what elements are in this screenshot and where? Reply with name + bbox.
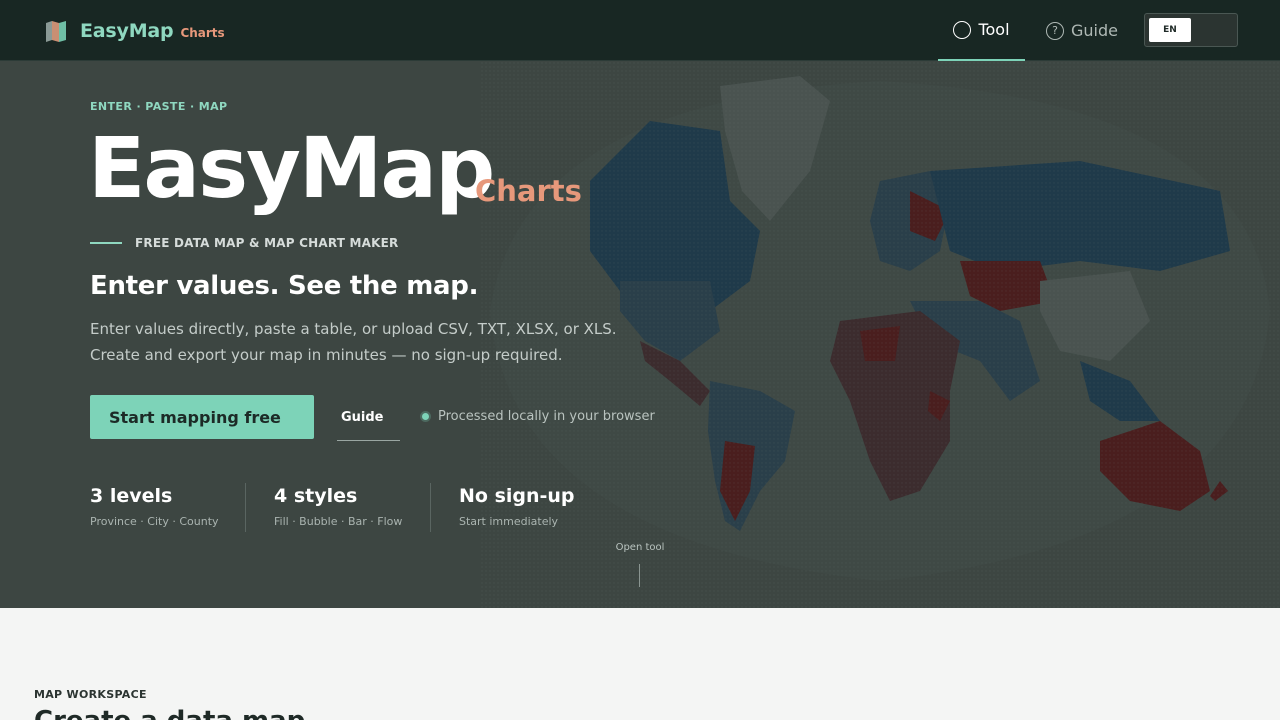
- section-label: MAP WORKSPACE: [34, 688, 147, 701]
- folded-map-icon: [46, 21, 66, 42]
- brand-name: EasyMap: [80, 20, 174, 42]
- language-option-en[interactable]: EN: [1149, 18, 1191, 42]
- nav-tool[interactable]: Tool: [938, 0, 1025, 61]
- local-processing-label: Processed locally in your browser: [438, 409, 655, 424]
- help-icon: ?: [1046, 21, 1064, 40]
- tagline-rule: [90, 242, 122, 244]
- start-mapping-button[interactable]: Start mapping free: [90, 395, 314, 439]
- hero-section: ENTER · PASTE · MAP EasyMap Charts FREE …: [0, 61, 1280, 608]
- circle-icon: [953, 20, 972, 39]
- stat-divider: [430, 483, 431, 532]
- stat-styles: 4 styles Fill · Bubble · Bar · Flow: [274, 485, 402, 528]
- nav-tool-label: Tool: [978, 20, 1010, 39]
- open-tool-link[interactable]: Open tool: [600, 542, 680, 553]
- hero-description: Enter values directly, paste a table, or…: [90, 320, 617, 364]
- stat-subtitle: Fill · Bubble · Bar · Flow: [274, 515, 403, 528]
- stat-signup: No sign-up Start immediately: [459, 485, 575, 528]
- brand-sub: Charts: [180, 26, 225, 40]
- hero-title-sub: Charts: [475, 174, 582, 208]
- guide-link[interactable]: Guide: [337, 395, 400, 441]
- stat-subtitle: Province · City · County: [90, 515, 219, 528]
- stat-title: No sign-up: [459, 485, 575, 507]
- top-nav: EasyMap Charts Tool ? Guide EN: [0, 0, 1280, 61]
- nav-guide[interactable]: ? Guide: [1046, 0, 1122, 61]
- stat-title: 3 levels: [90, 485, 173, 507]
- stat-divider: [245, 483, 246, 532]
- language-toggle[interactable]: EN: [1144, 13, 1238, 47]
- brand-logo[interactable]: EasyMap Charts: [44, 19, 225, 43]
- hero-eyebrow: ENTER · PASTE · MAP: [90, 100, 228, 113]
- local-processing-note: Processed locally in your browser: [422, 409, 655, 424]
- nav-guide-label: Guide: [1071, 21, 1118, 40]
- stat-subtitle: Start immediately: [459, 515, 559, 528]
- stat-title: 4 styles: [274, 485, 358, 507]
- status-dot-icon: [422, 413, 429, 420]
- section-title: Create a data map: [34, 706, 305, 720]
- hero-title: EasyMap: [88, 119, 495, 217]
- hero-tagline: FREE DATA MAP & MAP CHART MAKER: [135, 236, 399, 250]
- scroll-indicator-line: [639, 564, 640, 587]
- hero-headline: Enter values. See the map.: [90, 271, 479, 301]
- stat-levels: 3 levels Province · City · County: [90, 485, 219, 528]
